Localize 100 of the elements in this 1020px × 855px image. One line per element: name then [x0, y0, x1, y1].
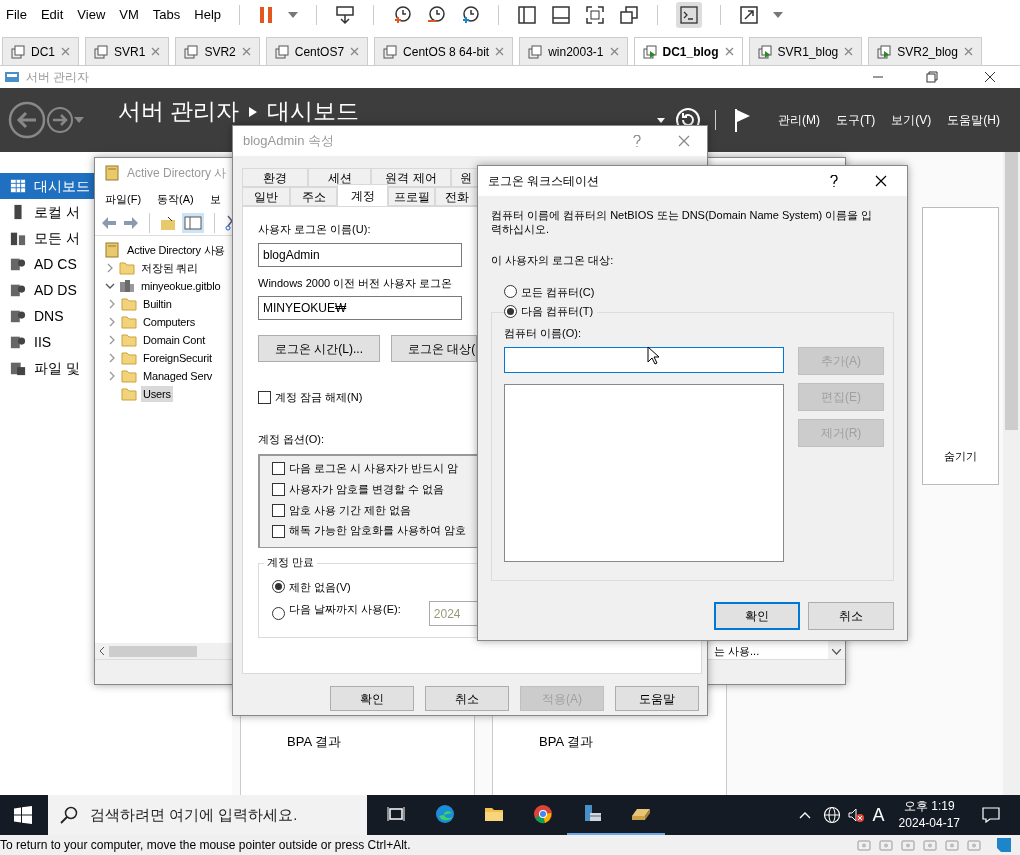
pause-icon[interactable]: [258, 6, 275, 24]
tab[interactable]: 원격 제어: [371, 168, 451, 187]
muted-speaker-icon[interactable]: [846, 806, 865, 824]
text-field[interactable]: [504, 347, 784, 373]
header-menu-item[interactable]: 도움말(H): [947, 111, 1000, 129]
sidebar-item[interactable]: 로컬 서: [0, 199, 94, 225]
globe-icon[interactable]: [822, 806, 841, 824]
tile-link[interactable]: BPA 결과: [539, 731, 593, 751]
start-icon[interactable]: [14, 806, 32, 824]
header-menu-item[interactable]: 도구(T): [836, 111, 876, 129]
header-menu-item[interactable]: 보기(V): [891, 111, 932, 129]
checkbox[interactable]: [258, 390, 271, 404]
header-menu-item[interactable]: 관리(M): [778, 111, 820, 129]
tree-item[interactable]: Users: [141, 385, 173, 403]
sidebar-item[interactable]: DNS: [0, 303, 94, 329]
radio-button[interactable]: [272, 580, 285, 594]
menu-item[interactable]: File: [6, 5, 27, 25]
vm-tab[interactable]: SVR1_blog: [748, 37, 863, 65]
forward-arrow-icon[interactable]: [123, 216, 139, 230]
menu-item[interactable]: 파일(F): [105, 190, 142, 208]
sidebar-item[interactable]: IIS: [0, 329, 94, 355]
logon-to-button[interactable]: 로그온 대상(: [391, 335, 477, 362]
help-icon[interactable]: [830, 175, 838, 187]
tab[interactable]: 주소: [290, 187, 337, 206]
search-field[interactable]: 검색하려면 여기에 입력하세요.: [48, 795, 367, 835]
close-icon[interactable]: [984, 71, 996, 83]
chevron-right-icon[interactable]: [107, 371, 117, 381]
sidebar-layout-icon[interactable]: [517, 5, 538, 25]
panel-layout-icon[interactable]: [551, 5, 572, 25]
scroll-left-icon[interactable]: [99, 647, 105, 655]
tab[interactable]: 프로필: [388, 187, 435, 206]
tab[interactable]: 계정: [337, 184, 388, 206]
scrollbar[interactable]: [1003, 152, 1020, 795]
radio-button[interactable]: [504, 304, 517, 318]
sidebar-item[interactable]: AD DS: [0, 277, 94, 303]
text-field[interactable]: blogAdmin: [258, 242, 462, 267]
tree-item[interactable]: ForeignSecurit: [141, 349, 214, 367]
radio-button[interactable]: [504, 285, 517, 299]
dialog-button[interactable]: 취소: [808, 602, 894, 630]
vm-tab[interactable]: DC1: [2, 37, 79, 65]
checkbox[interactable]: [272, 503, 285, 517]
menu-item[interactable]: 동작(A): [157, 190, 194, 208]
notification-icon[interactable]: [982, 807, 1000, 823]
chevron-right-icon[interactable]: [107, 335, 117, 345]
back-arrow-icon[interactable]: [101, 216, 117, 230]
window-icon[interactable]: [619, 5, 640, 25]
snapshot-icon[interactable]: [392, 5, 413, 25]
sidebar-item[interactable]: 대시보드: [0, 173, 94, 199]
vm-tab[interactable]: CentOS7: [265, 37, 369, 65]
checkbox[interactable]: [272, 462, 285, 476]
dialog-button[interactable]: 확인: [330, 686, 414, 711]
close-icon[interactable]: [875, 175, 887, 187]
menu-item[interactable]: 보: [209, 190, 221, 208]
tab[interactable]: 일반: [242, 187, 290, 206]
tree-item[interactable]: minyeokue.gitblo: [139, 277, 223, 295]
chevron-down-icon[interactable]: [105, 281, 115, 291]
menu-item[interactable]: VM: [119, 5, 139, 25]
tile-link[interactable]: BPA 결과: [287, 731, 341, 751]
chevron-right-icon[interactable]: [107, 299, 117, 309]
dialog-button[interactable]: 확인: [714, 602, 800, 630]
menu-item[interactable]: Tabs: [152, 5, 181, 25]
tab[interactable]: 전화: [435, 187, 478, 206]
vm-tab[interactable]: DC1_blog: [633, 37, 743, 65]
sidebar-item[interactable]: 모든 서: [0, 225, 94, 251]
sidebar-item[interactable]: AD CS: [0, 251, 94, 277]
chevron-right-icon[interactable]: [107, 317, 117, 327]
dialog-button[interactable]: 도움말: [615, 686, 699, 711]
tree-item[interactable]: Managed Serv: [141, 367, 215, 385]
forward-icon[interactable]: [46, 106, 74, 134]
tree-item[interactable]: Active Directory 사용: [125, 241, 228, 259]
breadcrumb-item[interactable]: 대시보드: [267, 98, 360, 124]
flag-icon[interactable]: [734, 108, 752, 132]
restore-icon[interactable]: [926, 71, 938, 83]
tree-item[interactable]: 저장된 쿼리: [139, 259, 200, 277]
fullscreen-icon[interactable]: [739, 5, 760, 25]
back-icon[interactable]: [8, 101, 46, 139]
chevron-right-icon[interactable]: [105, 263, 115, 273]
sidebar-item[interactable]: 파일 및: [0, 355, 94, 381]
menu-item[interactable]: Edit: [40, 5, 64, 25]
console-tree-icon[interactable]: [182, 213, 204, 233]
menu-item[interactable]: Help: [194, 5, 222, 25]
tree-item[interactable]: Computers: [141, 313, 197, 331]
menu-item[interactable]: View: [77, 5, 106, 25]
vm-tab[interactable]: CentOS 8 64-bit: [374, 37, 514, 65]
tree-item[interactable]: Builtin: [141, 295, 174, 313]
clock[interactable]: 오후 1:19 2024-04-17: [898, 798, 960, 832]
hide-link[interactable]: 숨기기: [944, 447, 977, 464]
vm-tab[interactable]: win2003-1: [519, 37, 628, 65]
caret-icon[interactable]: [657, 117, 665, 123]
input-method-indicator[interactable]: A: [872, 801, 885, 829]
text-field[interactable]: MINYEOKUE₩: [258, 296, 462, 320]
chevron-up-icon[interactable]: [798, 811, 811, 819]
checkbox[interactable]: [272, 524, 285, 538]
fit-screen-icon[interactable]: [585, 5, 606, 25]
scrollbar-thumb[interactable]: [1005, 152, 1018, 430]
snapshot-icon[interactable]: [426, 5, 447, 25]
dialog-button[interactable]: 취소: [425, 686, 509, 711]
vm-tab[interactable]: SVR1: [85, 37, 170, 65]
checkbox[interactable]: [272, 483, 285, 497]
scrollbar-thumb[interactable]: [109, 645, 197, 657]
